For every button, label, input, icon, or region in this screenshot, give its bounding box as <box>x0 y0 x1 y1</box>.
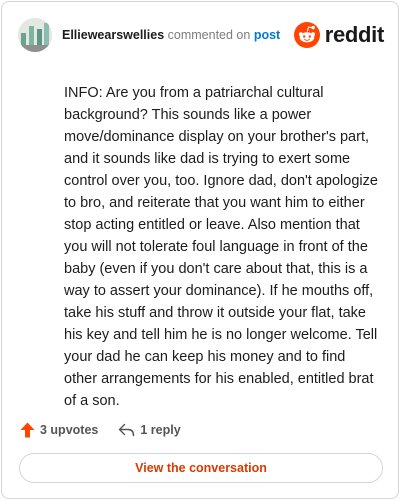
reply-button[interactable]: 1 reply <box>118 423 181 437</box>
reddit-logo-icon <box>293 22 320 48</box>
comment-header: Elliewearswellies commented on post redd… <box>18 18 384 52</box>
reply-arrow-icon <box>119 423 135 437</box>
byline-action: commented on <box>167 28 251 42</box>
upvote-count: 3 upvotes <box>40 423 99 437</box>
upvote-button[interactable]: 3 upvotes <box>20 422 98 438</box>
avatar-image <box>18 18 52 52</box>
comment-actions: 3 upvotes 1 reply <box>20 420 181 440</box>
upvote-arrow-icon <box>20 422 35 438</box>
brand-wordmark: reddit <box>324 22 385 47</box>
byline: Elliewearswellies commented on post <box>62 28 280 42</box>
post-link[interactable]: post <box>254 28 280 42</box>
username[interactable]: Elliewearswellies <box>62 28 164 42</box>
comment-body: INFO: Are you from a patriarchal cultura… <box>64 85 378 409</box>
comment-card: Elliewearswellies commented on post redd… <box>1 1 399 499</box>
avatar[interactable] <box>18 18 52 52</box>
brand-logo[interactable]: reddit <box>293 19 385 51</box>
view-conversation-button[interactable]: View the conversation <box>19 453 383 483</box>
reply-count: 1 reply <box>140 423 181 437</box>
